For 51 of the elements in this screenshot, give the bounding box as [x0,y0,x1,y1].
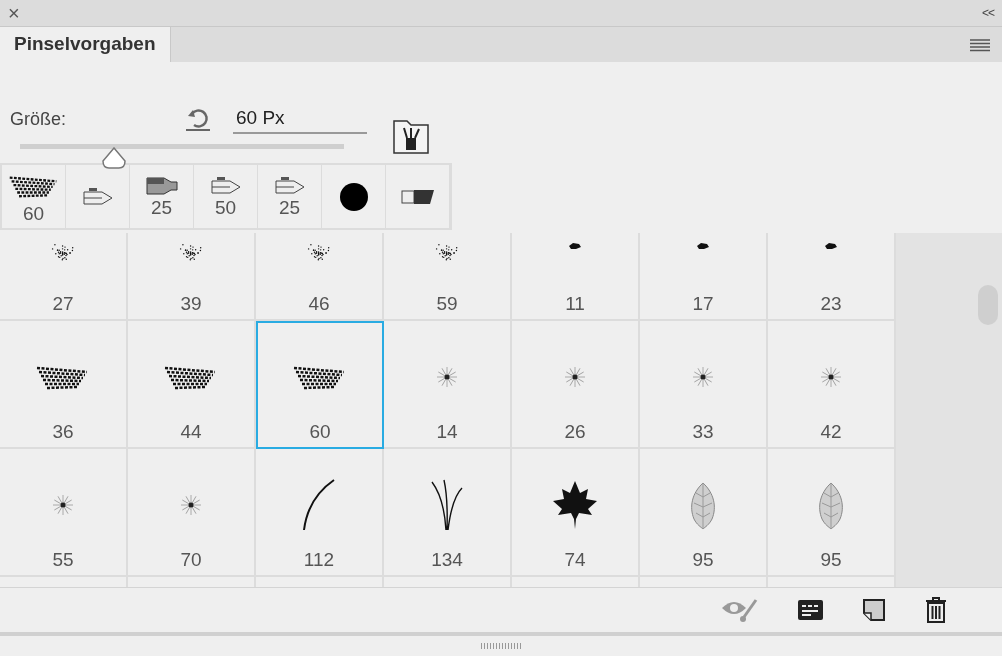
panel-tab[interactable]: Pinselvorgaben [0,27,171,62]
soft-star-brush-icon [50,492,76,518]
brush-preset[interactable]: 74 [512,449,640,577]
collapse-button[interactable]: << [982,7,994,19]
round-brush-icon [338,181,369,212]
close-button[interactable]: × [8,3,20,23]
brush-preset[interactable]: 46 [256,233,384,321]
soft-star-brush-icon [178,492,204,518]
brush-preset[interactable]: 39 [128,233,256,321]
reset-icon[interactable] [185,106,211,132]
resize-grip-icon[interactable] [481,643,521,649]
brush-preset[interactable]: 70 [128,449,256,577]
brush-preset[interactable]: 14 [384,321,512,449]
speck-brush-icon [823,241,839,251]
size-field[interactable]: 60 Px [233,104,367,134]
soft-star-brush-icon [818,364,844,390]
brush-preset[interactable]: 55 [0,449,128,577]
brush-preset[interactable]: 36 [0,321,128,449]
marker-tip-icon [145,176,178,196]
delete-icon[interactable] [925,597,947,623]
brush-preset[interactable]: 59 [384,233,512,321]
slider-thumb[interactable] [100,147,127,169]
recent-brush[interactable]: 50 [194,165,258,228]
recent-brush[interactable]: 60 [2,165,66,228]
brush-preset[interactable]: 134 [384,449,512,577]
brush-preset[interactable]: 26 [512,321,640,449]
recent-brush[interactable]: 25 [258,165,322,228]
brush-preset[interactable]: 27 [0,233,128,321]
brush-folder-icon[interactable] [393,120,429,154]
brush-preset[interactable]: 60 [256,321,384,449]
pencil-tip-icon [273,176,306,196]
brush-preset[interactable]: 11 [512,233,640,321]
soft-star-brush-icon [690,364,716,390]
recent-brush[interactable]: 25 [130,165,194,228]
curved-stroke-icon [302,478,336,532]
brush-preset[interactable]: 17 [640,233,768,321]
grass-icon [430,478,464,532]
brush-preset[interactable]: 112 [256,449,384,577]
pencil-tip-icon [209,176,242,196]
size-label: Größe: [10,107,67,131]
brush-preset[interactable]: 33 [640,321,768,449]
menu-icon[interactable] [970,39,990,52]
pencil-tip-icon [81,186,114,207]
new-page-icon[interactable] [863,599,885,621]
brush-preset[interactable]: 95 [640,449,768,577]
soft-star-brush-icon [562,364,588,390]
soft-star-brush-icon [434,364,460,390]
brush-preset[interactable]: 44 [128,321,256,449]
speck-brush-icon [567,241,583,251]
brush-panel-icon[interactable] [798,600,823,620]
speck-brush-icon [695,241,711,251]
